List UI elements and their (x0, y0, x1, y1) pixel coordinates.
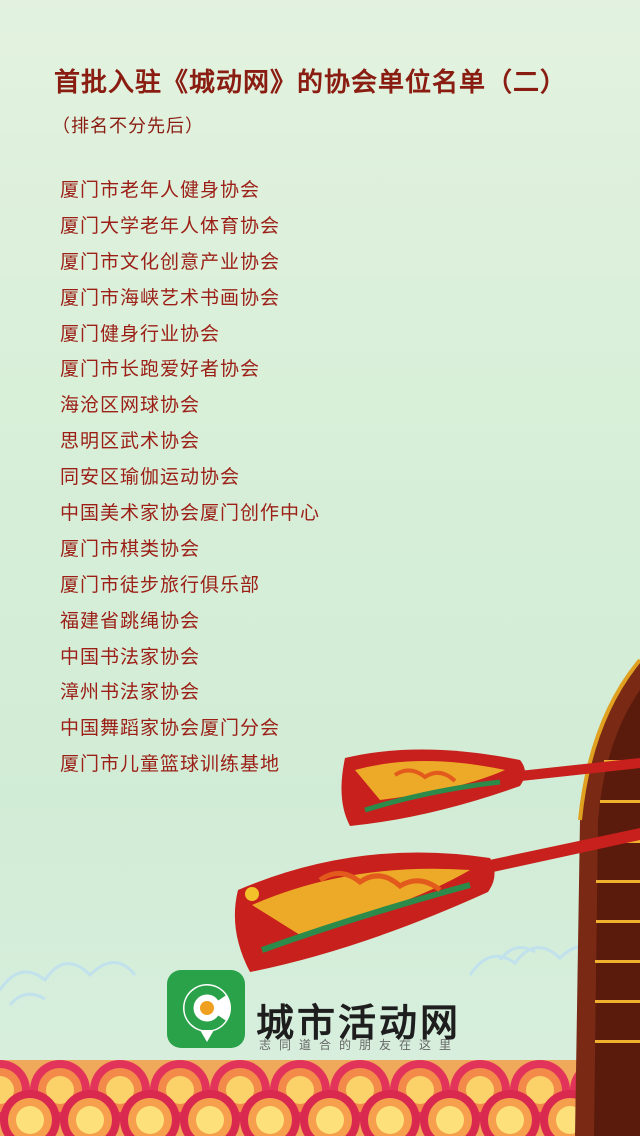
poster: 首批入驻《城动网》的协会单位名单（二） （排名不分先后） 厦门市老年人健身协会 … (0, 0, 640, 1136)
list-item: 厦门市棋类协会 (60, 537, 201, 560)
list-item: 厦门市老年人健身协会 (60, 179, 261, 201)
app-logo-icon (167, 970, 245, 1048)
list-item: 中国舞蹈家协会厦门分会 (60, 717, 281, 740)
brand-slogan: 志同道合的朋友在这里 (259, 1038, 460, 1052)
list-item: 海沧区网球协会 (60, 394, 201, 417)
list-item: 厦门市儿童篮球训练基地 (60, 753, 281, 776)
list-item: 厦门市文化创意产业协会 (60, 250, 281, 273)
list-item: 漳州书法家协会 (60, 681, 201, 704)
list-item: 思明区武术协会 (60, 430, 201, 453)
list-item: 厦门市徒步旅行俱乐部 (60, 573, 261, 596)
page-title: 首批入驻《城动网》的协会单位名单（二） (54, 68, 568, 98)
list-item: 中国书法家协会 (60, 645, 201, 668)
list-item: 厦门市长跑爱好者协会 (60, 358, 261, 381)
list-item: 同安区瑜伽运动协会 (60, 466, 241, 489)
list-item: 厦门大学老年人体育协会 (60, 214, 281, 237)
association-list: 厦门市老年人健身协会 厦门大学老年人体育协会 厦门市文化创意产业协会 厦门市海峡… (60, 175, 320, 785)
list-item: 厦门市海峡艺术书画协会 (60, 286, 281, 309)
wave-pattern-decoration (0, 1060, 640, 1136)
list-item: 中国美术家协会厦门创作中心 (60, 502, 321, 525)
list-item: 福建省跳绳协会 (60, 609, 201, 632)
list-item: 厦门健身行业协会 (60, 322, 221, 345)
dragon-boat-decoration (575, 658, 640, 1136)
page-subtitle: （排名不分先后） (52, 116, 204, 137)
